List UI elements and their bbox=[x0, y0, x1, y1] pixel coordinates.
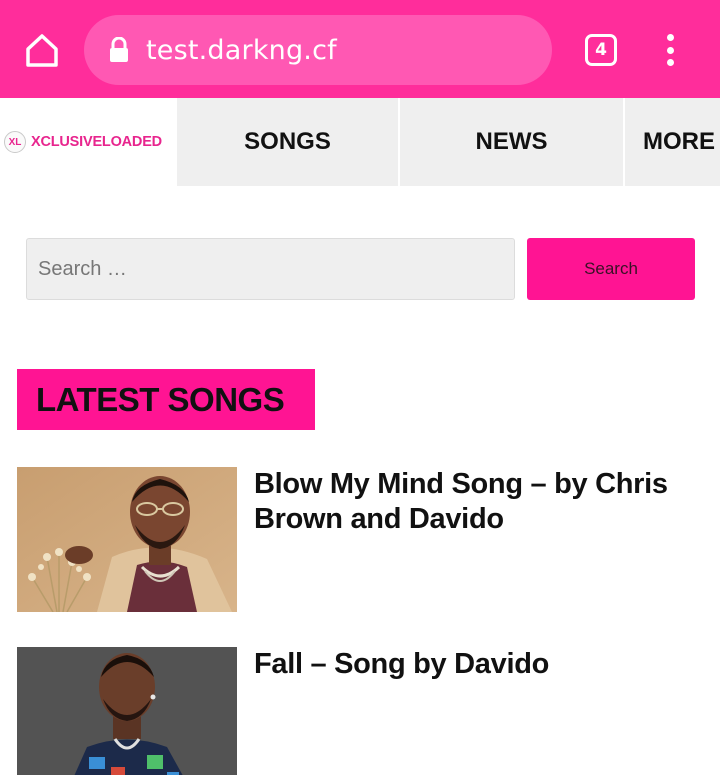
home-button[interactable] bbox=[20, 28, 64, 72]
nav-item-more[interactable]: MORE bbox=[625, 98, 720, 186]
lock-icon bbox=[108, 37, 130, 63]
nav-item-songs[interactable]: SONGS bbox=[177, 98, 398, 186]
site-navigation: XL XCLUSIVELOADED SONGS NEWS MORE bbox=[0, 98, 720, 186]
nav-item-news[interactable]: NEWS bbox=[400, 98, 623, 186]
song-thumbnail[interactable] bbox=[17, 467, 237, 612]
logo-badge: XL bbox=[4, 131, 26, 153]
section-title: LATEST SONGS bbox=[17, 369, 315, 430]
song-title[interactable]: Fall – Song by Davido bbox=[254, 647, 684, 682]
more-options-icon[interactable] bbox=[658, 30, 682, 70]
site-logo[interactable]: XL XCLUSIVELOADED bbox=[0, 98, 176, 186]
song-title[interactable]: Blow My Mind Song – by Chris Brown and D… bbox=[254, 467, 684, 537]
search-button[interactable]: Search bbox=[527, 238, 695, 300]
search-input[interactable] bbox=[26, 238, 515, 300]
song-thumbnail[interactable] bbox=[17, 647, 237, 775]
tab-count: 4 bbox=[595, 40, 607, 60]
browser-toolbar: test.darkng.cf 4 bbox=[0, 0, 720, 98]
tab-switcher-button[interactable]: 4 bbox=[585, 34, 617, 66]
home-icon bbox=[26, 34, 58, 67]
url-text: test.darkng.cf bbox=[146, 34, 337, 66]
address-bar[interactable]: test.darkng.cf bbox=[84, 15, 552, 85]
logo-text: XCLUSIVELOADED bbox=[31, 134, 162, 150]
